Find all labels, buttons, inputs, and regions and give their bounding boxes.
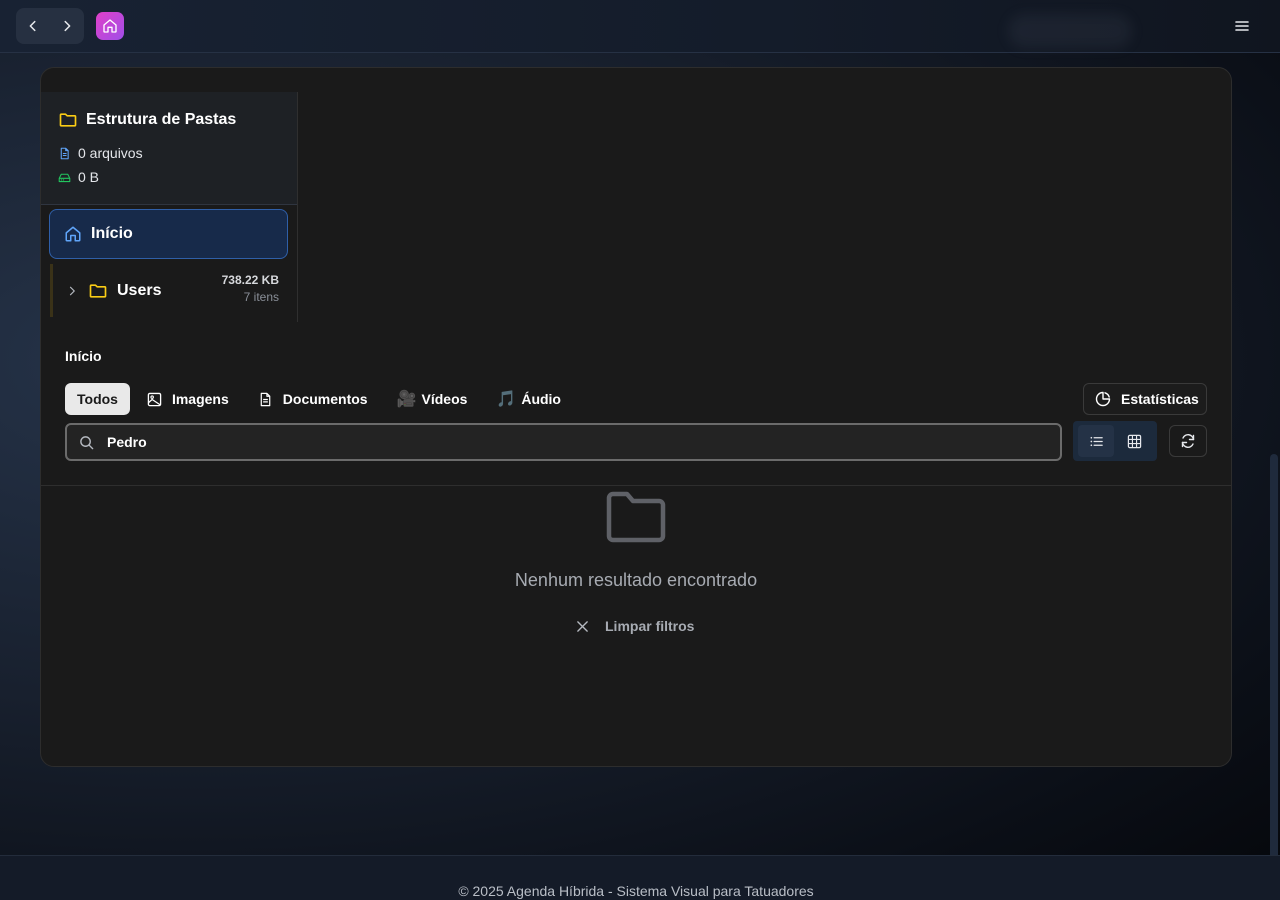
clear-filters-button[interactable]: Limpar filtros — [576, 616, 694, 636]
home-icon — [103, 19, 117, 33]
tab-audio-label: Áudio — [521, 391, 561, 407]
document-icon — [260, 392, 271, 406]
tab-images-label: Imagens — [171, 391, 229, 407]
folder-summary: Estrutura de Pastas 0 arquivos 0 B — [41, 92, 297, 205]
chevron-right-icon[interactable] — [66, 285, 78, 297]
search-input[interactable] — [107, 434, 1007, 450]
tab-all[interactable]: Todos — [65, 383, 130, 415]
footer-copyright: © 2025 Agenda Híbrida - Sistema Visual p… — [458, 883, 814, 899]
footer: © 2025 Agenda Híbrida - Sistema Visual p… — [0, 855, 1280, 900]
tab-images[interactable]: Imagens — [135, 383, 241, 415]
sidebar-title: Estrutura de Pastas — [58, 110, 236, 130]
folder-size: 738.22 KB — [221, 273, 279, 287]
grid-view-button[interactable] — [1116, 425, 1152, 457]
sidebar-item-users[interactable]: Users 738.22 KB 7 itens — [50, 264, 288, 317]
empty-state-message: Nenhum resultado encontrado — [514, 570, 758, 590]
blurred-user-area — [1008, 14, 1132, 48]
file-icon — [60, 147, 69, 159]
refresh-button[interactable] — [1169, 425, 1207, 457]
files-count: 0 arquivos — [58, 145, 143, 161]
folder-item-count: 7 itens — [243, 290, 279, 304]
music-note-icon: 🎵 — [496, 391, 517, 408]
top-bar — [0, 0, 1280, 53]
video-camera-icon: 🎥 — [396, 391, 417, 408]
hamburger-menu-icon — [1235, 21, 1249, 31]
file-browser-panel: Estrutura de Pastas 0 arquivos 0 B Iníci… — [40, 67, 1232, 767]
back-button[interactable] — [16, 8, 50, 44]
page-scrollbar[interactable] — [1270, 454, 1278, 874]
app-logo[interactable] — [96, 12, 124, 40]
content-divider — [41, 485, 1231, 486]
search-box — [65, 423, 1062, 461]
clear-filters-label: Limpar filtros — [605, 618, 695, 634]
sidebar-title-text: Estrutura de Pastas — [86, 111, 237, 128]
filter-tabs: Todos Imagens Documentos 🎥 Vídeos 🎵 Áudi… — [65, 383, 578, 415]
list-icon — [1090, 436, 1103, 446]
tab-all-label: Todos — [77, 391, 118, 407]
breadcrumb[interactable]: Início — [65, 348, 102, 364]
folder-icon — [59, 113, 77, 127]
folder-sidebar: Estrutura de Pastas 0 arquivos 0 B Iníci… — [41, 92, 298, 322]
hard-drive-icon — [58, 173, 71, 182]
forward-button[interactable] — [50, 8, 84, 44]
navigation-group — [16, 8, 84, 44]
tab-videos[interactable]: 🎥 Vídeos — [385, 383, 480, 415]
statistics-button-label: Estatísticas — [1121, 391, 1199, 407]
total-size-text: 0 B — [78, 169, 100, 185]
pie-chart-icon — [1095, 391, 1111, 407]
tab-videos-label: Vídeos — [421, 391, 468, 407]
tab-audio[interactable]: 🎵 Áudio — [484, 383, 573, 415]
list-view-button[interactable] — [1078, 425, 1114, 457]
refresh-icon — [1181, 434, 1195, 448]
sidebar-item-home[interactable]: Início — [49, 209, 288, 259]
folder-meta: 738.22 KB 7 itens — [222, 273, 279, 304]
tab-documents-label: Documentos — [282, 391, 368, 407]
statistics-button[interactable]: Estatísticas — [1083, 383, 1207, 415]
folder-icon — [89, 283, 107, 298]
files-count-text: 0 arquivos — [78, 145, 143, 161]
menu-button[interactable] — [1230, 15, 1254, 37]
total-size: 0 B — [58, 169, 99, 185]
close-icon — [577, 620, 588, 632]
tab-documents[interactable]: Documentos — [246, 383, 380, 415]
sidebar-item-home-label: Início — [91, 225, 133, 242]
view-mode-toggle — [1073, 421, 1157, 461]
folder-name: Users — [117, 281, 162, 299]
empty-folder-icon — [606, 491, 666, 543]
image-icon — [147, 392, 162, 406]
grid-icon — [1127, 434, 1141, 448]
chevron-right-icon — [64, 20, 71, 32]
chevron-left-icon — [29, 20, 36, 32]
search-icon — [80, 435, 94, 449]
home-icon — [65, 226, 81, 242]
